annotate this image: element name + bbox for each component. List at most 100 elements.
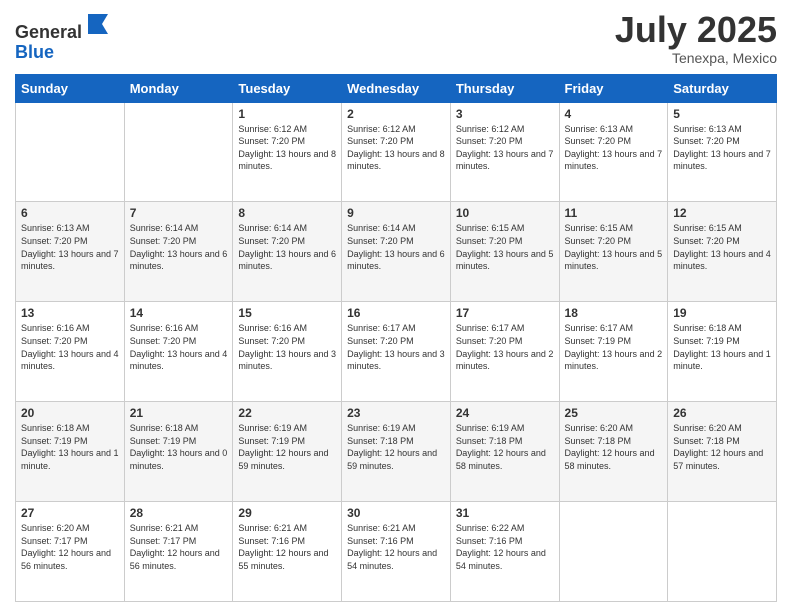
page: General Blue July 2025 Tenexpa, Mexico S… (0, 0, 792, 612)
calendar-cell: 15 Sunrise: 6:16 AM Sunset: 7:20 PM Dayli… (233, 302, 342, 402)
day-number: 14 (130, 306, 228, 320)
calendar-cell: 24Sunrise: 6:19 AM Sunset: 7:18 PM Dayli… (450, 402, 559, 502)
day-number: 8 (238, 206, 336, 220)
calendar-cell: 22Sunrise: 6:19 AM Sunset: 7:19 PM Dayli… (233, 402, 342, 502)
logo-flag-icon (84, 10, 112, 38)
day-info: Sunrise: 6:14 AM Sunset: 7:20 PM Dayligh… (347, 222, 445, 272)
day-info: Sunrise: 6:17 AM Sunset: 7:20 PM Dayligh… (456, 322, 554, 372)
day-info: Sunrise: 6:18 AM Sunset: 7:19 PM Dayligh… (130, 422, 228, 472)
day-info: Sunrise: 6:12 AM Sunset: 7:20 PM Dayligh… (456, 123, 554, 173)
calendar-cell: 13Sunrise: 6:16 AM Sunset: 7:20 PM Dayli… (16, 302, 125, 402)
header-tuesday: Tuesday (233, 74, 342, 102)
header-sunday: Sunday (16, 74, 125, 102)
day-number: 6 (21, 206, 119, 220)
logo: General Blue (15, 10, 112, 63)
day-number: 21 (130, 406, 228, 420)
day-info: Sunrise: 6:17 AM Sunset: 7:20 PM Dayligh… (347, 322, 445, 372)
day-number: 30 (347, 506, 445, 520)
calendar-cell: 6 Sunrise: 6:13 AM Sunset: 7:20 PM Daylig… (16, 202, 125, 302)
calendar-cell: 23 Sunrise: 6:19 AM Sunset: 7:18 PM Dayli… (342, 402, 451, 502)
title-location: Tenexpa, Mexico (615, 50, 777, 66)
day-number: 31 (456, 506, 554, 520)
calendar-cell: 4 Sunrise: 6:13 AM Sunset: 7:20 PM Daylig… (559, 102, 668, 202)
calendar-week-1: 1 Sunrise: 6:12 AM Sunset: 7:20 PM Daylig… (16, 102, 777, 202)
calendar-cell: 11 Sunrise: 6:15 AM Sunset: 7:20 PM Dayli… (559, 202, 668, 302)
day-info: Sunrise: 6:16 AM Sunset: 7:20 PM Dayligh… (130, 322, 228, 372)
calendar-cell: 5 Sunrise: 6:13 AM Sunset: 7:20 PM Daylig… (668, 102, 777, 202)
day-info: Sunrise: 6:13 AM Sunset: 7:20 PM Dayligh… (21, 222, 119, 272)
day-number: 22 (238, 406, 336, 420)
day-info: Sunrise: 6:14 AM Sunset: 7:20 PM Dayligh… (238, 222, 336, 272)
day-number: 3 (456, 107, 554, 121)
day-number: 25 (565, 406, 663, 420)
day-number: 17 (456, 306, 554, 320)
calendar-cell: 9Sunrise: 6:14 AM Sunset: 7:20 PM Daylig… (342, 202, 451, 302)
calendar-cell: 2Sunrise: 6:12 AM Sunset: 7:20 PM Daylig… (342, 102, 451, 202)
day-number: 4 (565, 107, 663, 121)
day-number: 18 (565, 306, 663, 320)
day-number: 10 (456, 206, 554, 220)
calendar-cell: 10 Sunrise: 6:15 AM Sunset: 7:20 PM Dayli… (450, 202, 559, 302)
calendar-cell: 7 Sunrise: 6:14 AM Sunset: 7:20 PM Daylig… (124, 202, 233, 302)
day-info: Sunrise: 6:15 AM Sunset: 7:20 PM Dayligh… (456, 222, 554, 272)
calendar-cell (559, 502, 668, 602)
logo-blue-text: Blue (15, 43, 112, 63)
logo-text: General (15, 10, 112, 43)
day-number: 28 (130, 506, 228, 520)
calendar-header-row: Sunday Monday Tuesday Wednesday Thursday… (16, 74, 777, 102)
day-info: Sunrise: 6:22 AM Sunset: 7:16 PM Dayligh… (456, 522, 554, 572)
day-number: 29 (238, 506, 336, 520)
calendar-table: Sunday Monday Tuesday Wednesday Thursday… (15, 74, 777, 602)
header-monday: Monday (124, 74, 233, 102)
header-friday: Friday (559, 74, 668, 102)
day-info: Sunrise: 6:18 AM Sunset: 7:19 PM Dayligh… (21, 422, 119, 472)
day-number: 15 (238, 306, 336, 320)
day-info: Sunrise: 6:15 AM Sunset: 7:20 PM Dayligh… (565, 222, 663, 272)
calendar-cell: 17 Sunrise: 6:17 AM Sunset: 7:20 PM Dayli… (450, 302, 559, 402)
day-info: Sunrise: 6:19 AM Sunset: 7:18 PM Dayligh… (347, 422, 445, 472)
calendar-cell: 21 Sunrise: 6:18 AM Sunset: 7:19 PM Dayli… (124, 402, 233, 502)
day-info: Sunrise: 6:12 AM Sunset: 7:20 PM Dayligh… (238, 123, 336, 173)
day-number: 16 (347, 306, 445, 320)
calendar-cell: 31 Sunrise: 6:22 AM Sunset: 7:16 PM Dayli… (450, 502, 559, 602)
day-info: Sunrise: 6:13 AM Sunset: 7:20 PM Dayligh… (673, 123, 771, 173)
calendar-week-5: 27 Sunrise: 6:20 AM Sunset: 7:17 PM Dayli… (16, 502, 777, 602)
day-info: Sunrise: 6:16 AM Sunset: 7:20 PM Dayligh… (238, 322, 336, 372)
day-info: Sunrise: 6:20 AM Sunset: 7:18 PM Dayligh… (565, 422, 663, 472)
calendar-cell: 27 Sunrise: 6:20 AM Sunset: 7:17 PM Dayli… (16, 502, 125, 602)
day-number: 5 (673, 107, 771, 121)
calendar-cell (16, 102, 125, 202)
header-saturday: Saturday (668, 74, 777, 102)
day-info: Sunrise: 6:15 AM Sunset: 7:20 PM Dayligh… (673, 222, 771, 272)
calendar-cell: 30 Sunrise: 6:21 AM Sunset: 7:16 PM Dayli… (342, 502, 451, 602)
calendar-cell: 28Sunrise: 6:21 AM Sunset: 7:17 PM Dayli… (124, 502, 233, 602)
calendar-week-4: 20 Sunrise: 6:18 AM Sunset: 7:19 PM Dayli… (16, 402, 777, 502)
day-info: Sunrise: 6:17 AM Sunset: 7:19 PM Dayligh… (565, 322, 663, 372)
calendar-cell: 29Sunrise: 6:21 AM Sunset: 7:16 PM Dayli… (233, 502, 342, 602)
logo-general: General (15, 22, 82, 42)
title-month: July 2025 (615, 10, 777, 50)
calendar-cell: 25 Sunrise: 6:20 AM Sunset: 7:18 PM Dayli… (559, 402, 668, 502)
day-number: 23 (347, 406, 445, 420)
calendar-cell: 3 Sunrise: 6:12 AM Sunset: 7:20 PM Daylig… (450, 102, 559, 202)
day-info: Sunrise: 6:20 AM Sunset: 7:17 PM Dayligh… (21, 522, 119, 572)
calendar-cell: 14 Sunrise: 6:16 AM Sunset: 7:20 PM Dayli… (124, 302, 233, 402)
day-number: 2 (347, 107, 445, 121)
calendar-cell: 20 Sunrise: 6:18 AM Sunset: 7:19 PM Dayli… (16, 402, 125, 502)
calendar-week-3: 13 Sunrise: 6:16 AM Sunset: 7:20 PM Dayli… (16, 302, 777, 402)
calendar-cell: 8 Sunrise: 6:14 AM Sunset: 7:20 PM Daylig… (233, 202, 342, 302)
day-number: 1 (238, 107, 336, 121)
calendar-cell: 26Sunrise: 6:20 AM Sunset: 7:18 PM Dayli… (668, 402, 777, 502)
day-number: 20 (21, 406, 119, 420)
day-info: Sunrise: 6:14 AM Sunset: 7:20 PM Dayligh… (130, 222, 228, 272)
day-number: 11 (565, 206, 663, 220)
day-number: 13 (21, 306, 119, 320)
day-info: Sunrise: 6:13 AM Sunset: 7:20 PM Dayligh… (565, 123, 663, 173)
day-info: Sunrise: 6:20 AM Sunset: 7:18 PM Dayligh… (673, 422, 771, 472)
day-number: 27 (21, 506, 119, 520)
calendar-cell: 16 Sunrise: 6:17 AM Sunset: 7:20 PM Dayli… (342, 302, 451, 402)
day-number: 7 (130, 206, 228, 220)
day-info: Sunrise: 6:21 AM Sunset: 7:16 PM Dayligh… (347, 522, 445, 572)
calendar-cell: 19Sunrise: 6:18 AM Sunset: 7:19 PM Dayli… (668, 302, 777, 402)
calendar-cell (124, 102, 233, 202)
